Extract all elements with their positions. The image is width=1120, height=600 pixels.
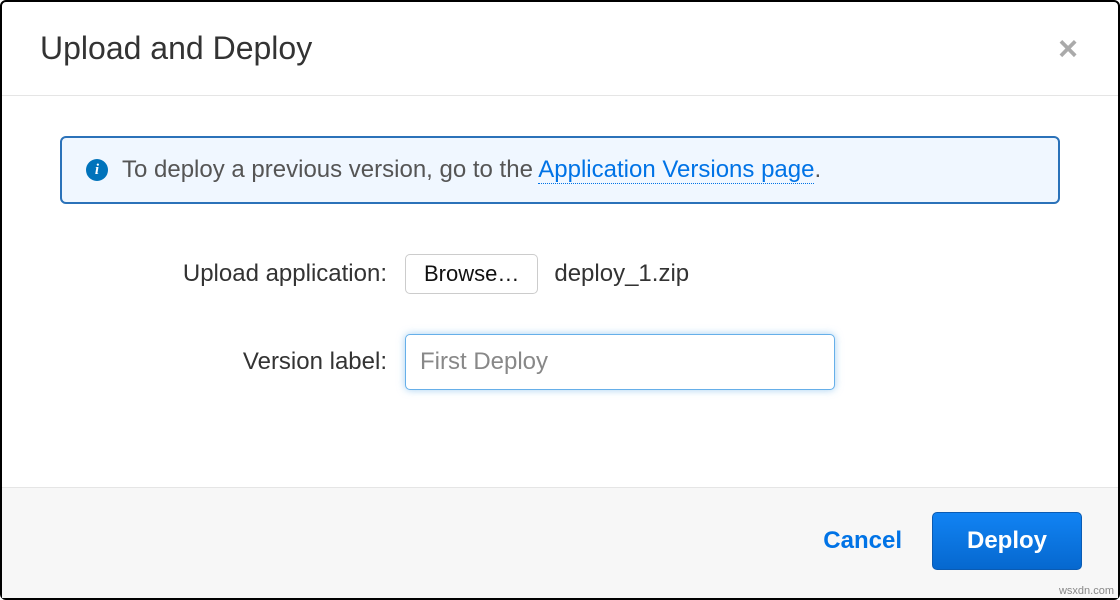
upload-application-label: Upload application: (60, 260, 405, 288)
upload-application-controls: Browse… deploy_1.zip (405, 254, 689, 294)
version-label-row: Version label: (60, 334, 1060, 390)
info-alert: i To deploy a previous version, go to th… (60, 136, 1060, 204)
upload-application-row: Upload application: Browse… deploy_1.zip (60, 254, 1060, 294)
browse-button[interactable]: Browse… (405, 254, 538, 294)
info-alert-suffix: . (814, 156, 821, 183)
info-alert-prefix: To deploy a previous version, go to the (122, 156, 538, 183)
modal-body: i To deploy a previous version, go to th… (2, 96, 1118, 487)
form: Upload application: Browse… deploy_1.zip… (60, 254, 1060, 390)
watermark: wsxdn.com (1059, 585, 1114, 597)
selected-filename: deploy_1.zip (554, 260, 689, 288)
version-label-input[interactable] (405, 334, 835, 390)
deploy-button[interactable]: Deploy (932, 512, 1082, 570)
info-alert-text: To deploy a previous version, go to the … (122, 156, 821, 184)
modal-header: Upload and Deploy × (2, 2, 1118, 96)
cancel-button[interactable]: Cancel (823, 527, 902, 555)
modal-footer: Cancel Deploy (2, 487, 1118, 598)
application-versions-link[interactable]: Application Versions page (538, 156, 814, 184)
close-icon[interactable]: × (1058, 32, 1080, 66)
upload-deploy-modal: Upload and Deploy × i To deploy a previo… (0, 0, 1120, 600)
modal-title: Upload and Deploy (40, 30, 312, 67)
version-label-controls (405, 334, 835, 390)
version-label-label: Version label: (60, 348, 405, 376)
info-icon: i (86, 159, 108, 181)
